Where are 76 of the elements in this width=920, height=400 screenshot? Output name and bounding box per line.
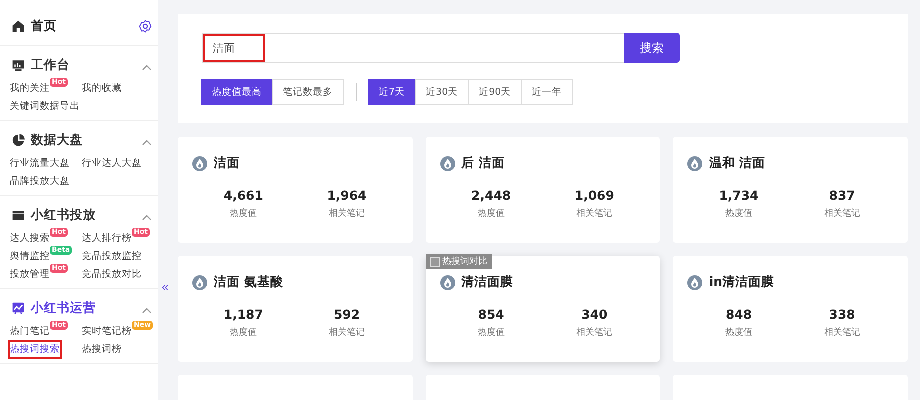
stat-label: 热度值 [478, 326, 505, 339]
chart-icon [12, 302, 25, 315]
chevron-icon[interactable] [142, 214, 152, 221]
menu-item[interactable]: 热门笔记 [10, 324, 50, 339]
monitor-icon [12, 59, 25, 72]
section-title[interactable]: 小红书运营 [31, 300, 96, 317]
notes-count: 1,069 [574, 188, 614, 203]
keyword-title: 洁面 氨基酸 [214, 274, 284, 291]
stat-label: 热度值 [478, 208, 505, 220]
chevron-icon[interactable] [142, 307, 152, 314]
menu-item[interactable]: 我的关注 [10, 81, 50, 96]
menu-item[interactable]: 达人排行榜 [82, 231, 132, 246]
keyword-card[interactable]: 洁面 4,661 热度值 1,964 相关笔记 [178, 137, 413, 243]
menu-item[interactable]: 关键词数据导出 [10, 99, 80, 114]
stat-label: 相关笔记 [824, 326, 860, 339]
stat-label: 相关笔记 [328, 208, 365, 220]
keyword-title: 清洁面膜 [462, 274, 514, 291]
stat-label: 相关笔记 [576, 208, 613, 220]
chevron-icon[interactable] [142, 139, 152, 146]
sort-tab[interactable]: 笔记数最多 [272, 79, 344, 105]
notes-count: 837 [829, 188, 856, 203]
search-button[interactable]: 搜索 [624, 33, 680, 63]
menu-item[interactable]: 舆情监控 [10, 249, 50, 264]
keyword-card[interactable]: 温和 洁面 1,734 热度值 837 相关笔记 [673, 137, 908, 243]
heat-value: 4,661 [224, 188, 264, 203]
menu-item[interactable]: 我的收藏 [82, 81, 122, 96]
menu-item[interactable]: 行业流量大盘 [10, 156, 70, 171]
folder-icon [12, 209, 25, 222]
stat-label: 热度值 [230, 208, 258, 220]
search-field[interactable]: 洁面 [202, 33, 624, 63]
menu-item[interactable]: 行业达人大盘 [82, 156, 142, 171]
settings-icon[interactable] [139, 20, 152, 33]
keyword-title: 后 洁面 [462, 155, 506, 172]
menu-item[interactable]: 实时笔记榜 [82, 324, 132, 339]
keyword-card[interactable]: 热搜词对比 清洁面膜 854 热度值 340 相关笔记 [426, 256, 660, 362]
home-link[interactable]: 首页 [31, 18, 57, 35]
sort-tab[interactable]: 热度值最高 [201, 79, 273, 105]
chevron-icon[interactable] [142, 64, 152, 71]
stat-label: 热度值 [230, 326, 258, 339]
notes-count: 592 [334, 307, 360, 322]
heat-value: 848 [726, 307, 752, 322]
range-tab[interactable]: 近30天 [415, 79, 470, 105]
range-tab[interactable]: 近7天 [368, 79, 416, 105]
keyword-card[interactable]: 后 洁面 2,448 热度值 1,069 相关笔记 [426, 137, 660, 243]
heat-value: 1,734 [719, 188, 759, 203]
notes-count: 1,964 [327, 188, 367, 203]
pie-chart-icon [12, 134, 25, 147]
menu-item[interactable]: 达人搜索 [10, 231, 50, 246]
stat-label: 相关笔记 [576, 326, 613, 339]
menu-item[interactable]: 竞品投放对比 [82, 267, 142, 282]
section-title[interactable]: 数据大盘 [31, 132, 83, 149]
menu-item[interactable]: 品牌投放大盘 [10, 174, 70, 189]
menu-item[interactable]: 投放管理 [10, 267, 50, 282]
keyword-title: in清洁面膜 [709, 274, 775, 291]
stat-label: 相关笔记 [328, 326, 365, 339]
heat-value: 2,448 [472, 188, 512, 203]
stat-label: 热度值 [725, 208, 752, 220]
notes-count: 340 [582, 307, 608, 322]
stat-label: 热度值 [725, 326, 752, 339]
section-title[interactable]: 工作台 [31, 57, 70, 74]
menu-item[interactable]: 热搜词搜索 [10, 342, 60, 357]
stat-label: 相关笔记 [824, 208, 860, 220]
keyword-card[interactable]: in清洁面膜 848 热度值 338 相关笔记 [673, 256, 908, 362]
home-icon [12, 20, 25, 33]
collapse-button[interactable]: « [162, 280, 169, 294]
heat-value: 1,187 [224, 307, 264, 322]
heat-value: 854 [478, 307, 504, 322]
range-tab[interactable]: 近一年 [521, 79, 574, 105]
menu-item[interactable]: 热搜词榜 [82, 342, 122, 357]
keyword-card[interactable]: 洁面 氨基酸 1,187 热度值 592 相关笔记 [178, 256, 413, 362]
keyword-title: 洁面 [214, 155, 240, 172]
keyword-title: 温和 洁面 [709, 155, 766, 172]
notes-count: 338 [829, 307, 856, 322]
menu-item[interactable]: 竞品投放监控 [82, 249, 142, 264]
range-tab[interactable]: 近90天 [468, 79, 522, 105]
section-title[interactable]: 小红书投放 [31, 207, 96, 224]
